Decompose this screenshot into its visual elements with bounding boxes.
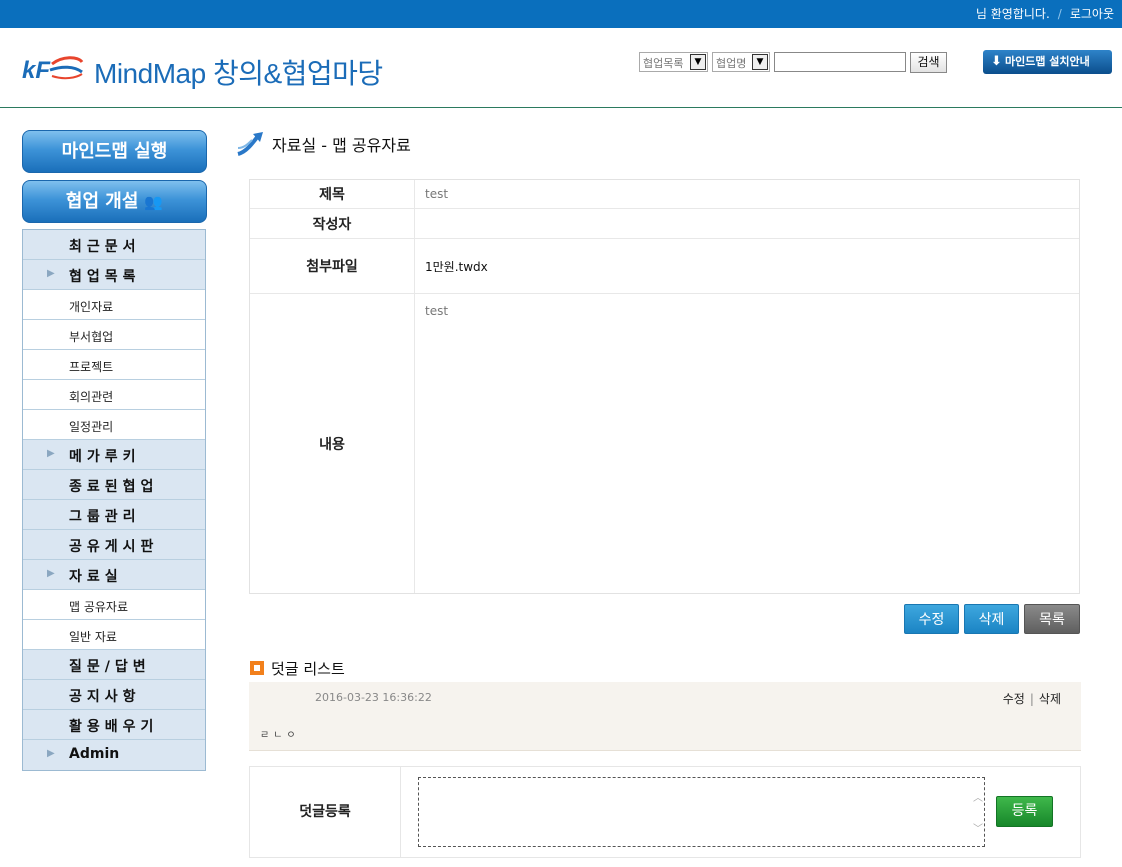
sidebar-item-finished[interactable]: 종료된협업 [23, 470, 205, 500]
search-button[interactable]: 검색 [910, 52, 947, 73]
triangle-right-icon: ▶ [47, 448, 55, 459]
title-header: 제목 [250, 180, 415, 208]
attachment-header: 첨부파일 [250, 239, 415, 293]
welcome-area: 님 환영합니다. / 로그아웃 [976, 5, 1114, 22]
chevron-down-icon: ▼ [690, 54, 706, 70]
sidebar-item-group[interactable]: 그룹관리 [23, 500, 205, 530]
sidebar-item-qna[interactable]: 질문/답변 [23, 650, 205, 680]
sidebar-item-label: 공유게시판 [69, 539, 159, 555]
kf-logo-icon[interactable]: kF [22, 54, 84, 86]
sidebar-item-label: 자료실 [69, 569, 123, 585]
sidebar-item-label: 종료된협업 [69, 479, 159, 495]
arrow-swoosh-icon [237, 132, 263, 156]
sidebar-item-map-share[interactable]: 맵 공유자료 [23, 590, 205, 620]
comment-register-form: 덧글등록 ︿ ﹀ 등록 [249, 766, 1081, 858]
triangle-right-icon: ▶ [47, 268, 55, 279]
sidebar-item-label: 최근문서 [69, 239, 141, 255]
content-row: 내용 test [250, 294, 1079, 593]
edit-button[interactable]: 수정 [904, 604, 959, 634]
detail-table: 제목 test 작성자 첨부파일 1만원.twdx 내용 test [249, 179, 1080, 594]
attachment-row: 첨부파일 1만원.twdx [250, 239, 1079, 294]
sidebar-item-dept[interactable]: 부서협업 [23, 320, 205, 350]
scroll-up-icon[interactable]: ︿ [973, 789, 983, 804]
sidebar-item-label: 일정관리 [69, 420, 114, 434]
top-bar: 님 환영합니다. / 로그아웃 [0, 0, 1122, 28]
scroll-down-icon[interactable]: ﹀ [973, 820, 983, 835]
comment-submit-button[interactable]: 등록 [996, 796, 1053, 827]
sidebar-item-label: 일반 자료 [69, 630, 117, 644]
sidebar-item-schedule[interactable]: 일정관리 [23, 410, 205, 440]
comment-text: ㄹㄴㅇ [260, 730, 300, 741]
sidebar-item-label: 메가루키 [69, 449, 141, 465]
list-button[interactable]: 목록 [1024, 604, 1080, 634]
content-value: test [425, 304, 449, 318]
sidebar-item-label: 그룹관리 [69, 509, 141, 525]
download-icon: ⬇ [991, 54, 1002, 69]
sidebar-item-label: 부서협업 [69, 330, 114, 344]
writer-header: 작성자 [250, 209, 415, 238]
attachment-link[interactable]: 1만원.twdx [415, 239, 1079, 293]
brand-title[interactable]: MindMap 창의&협업마당 [94, 52, 383, 92]
sidebar-item-label: 질문/답변 [69, 659, 151, 675]
sidebar-item-project[interactable]: 프로젝트 [23, 350, 205, 380]
header: kF MindMap 창의&협업마당 협업목록 ▼ 협업명 ▼ 검색 ⬇ 마인드… [0, 28, 1122, 108]
sidebar-item-recent[interactable]: 최근문서 [23, 230, 205, 260]
comment-delete-link[interactable]: 삭제 [1039, 692, 1061, 706]
welcome-text: 님 환영합니다. [975, 7, 1050, 21]
install-guide-label: 마인드맵 설치안내 [1005, 55, 1090, 68]
comment-textarea-scroll: ︿ ﹀ [418, 777, 985, 847]
sidebar-item-label: 활용배우기 [69, 719, 159, 735]
square-bullet-icon [250, 661, 264, 675]
run-mindmap-button[interactable]: 마인드맵 실행 [22, 130, 207, 173]
content-header: 내용 [250, 294, 415, 593]
delete-button[interactable]: 삭제 [964, 604, 1019, 634]
sidebar-menu: 최근문서 ▶ 협업목록 개인자료 부서협업 프로젝트 회의관련 일정관리 ▶ 메가루… [22, 229, 206, 771]
writer-value [415, 209, 1079, 238]
title-row: 제목 test [250, 180, 1079, 209]
open-collab-label: 협업 개설 [65, 191, 139, 212]
sidebar-item-label: 프로젝트 [69, 360, 114, 374]
sidebar-item-admin[interactable]: ▶ Admin [23, 740, 205, 770]
comment-register-label: 덧글등록 [250, 767, 401, 857]
sidebar-item-learn[interactable]: 활용배우기 [23, 710, 205, 740]
sidebar-item-label: 공지사항 [69, 689, 141, 705]
sidebar-item-meeting[interactable]: 회의관련 [23, 380, 205, 410]
page-title: 자료실 - 맵 공유자료 [272, 136, 411, 155]
sidebar-item-label: Admin [69, 746, 120, 762]
sidebar-item-notice[interactable]: 공지사항 [23, 680, 205, 710]
comment-edit-link[interactable]: 수정 [1003, 692, 1025, 706]
writer-row: 작성자 [250, 209, 1079, 239]
run-mindmap-label: 마인드맵 실행 [61, 141, 168, 162]
sidebar-item-archive[interactable]: ▶ 자료실 [23, 560, 205, 590]
sidebar-item-collab-list[interactable]: ▶ 협업목록 [23, 260, 205, 290]
sidebar-item-personal[interactable]: 개인자료 [23, 290, 205, 320]
comment-date: 2016-03-23 16:36:22 [315, 691, 432, 704]
install-guide-button[interactable]: ⬇ 마인드맵 설치안내 [983, 50, 1112, 74]
sidebar-item-label: 개인자료 [69, 300, 114, 314]
sidebar-item-label: 맵 공유자료 [69, 600, 129, 614]
open-collab-button[interactable]: 협업 개설 👥 [22, 180, 207, 223]
sidebar-item-board[interactable]: 공유게시판 [23, 530, 205, 560]
search-input[interactable] [774, 52, 906, 72]
sidebar-item-general[interactable]: 일반 자료 [23, 620, 205, 650]
comment-item: 2016-03-23 16:36:22 수정 | 삭제 ㄹㄴㅇ [249, 682, 1081, 751]
people-icon: 👥 [144, 193, 164, 211]
search-field-value: 협업명 [716, 57, 747, 70]
title-value: test [425, 187, 449, 201]
chevron-down-icon: ▼ [752, 54, 768, 70]
triangle-right-icon: ▶ [47, 568, 55, 579]
logout-link[interactable]: 로그아웃 [1070, 7, 1114, 21]
comment-list-title: 덧글 리스트 [271, 660, 345, 678]
sidebar-item-label: 회의관련 [69, 390, 114, 404]
search-type-value: 협업목록 [643, 57, 684, 70]
search-field-select[interactable]: 협업명 ▼ [712, 52, 770, 72]
svg-text:kF: kF [22, 57, 51, 84]
sidebar-item-label: 협업목록 [69, 269, 141, 285]
search-type-select[interactable]: 협업목록 ▼ [639, 52, 708, 72]
triangle-right-icon: ▶ [47, 748, 55, 759]
separator: / [1057, 7, 1062, 21]
sidebar-item-megarookie[interactable]: ▶ 메가루키 [23, 440, 205, 470]
comment-actions: 수정 | 삭제 [1002, 692, 1061, 706]
